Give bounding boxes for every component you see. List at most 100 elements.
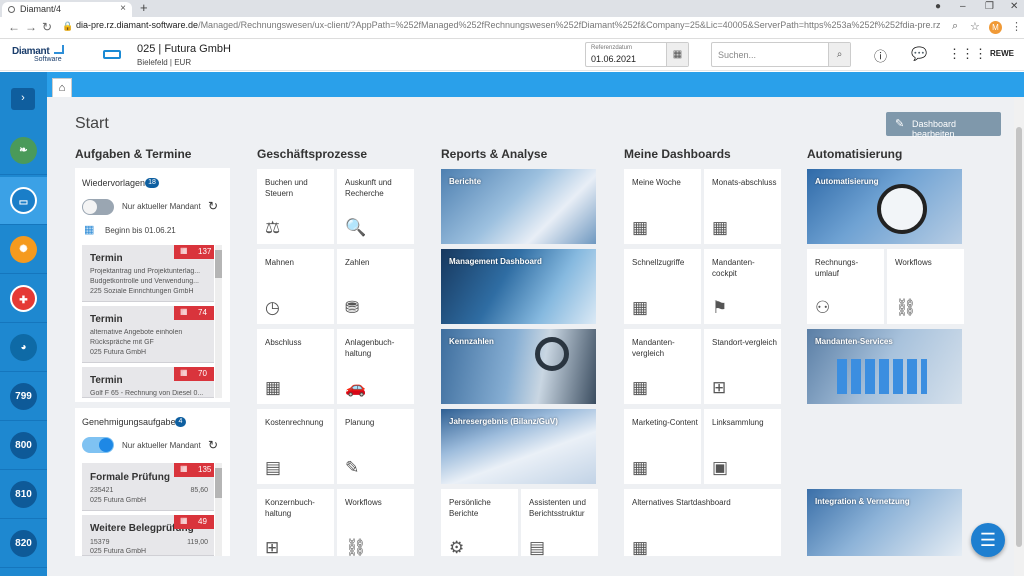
task-line: Golf F 65 - Rechnung von Diesel 0... xyxy=(90,390,204,397)
rail-item-800[interactable]: 800 xyxy=(0,422,47,470)
tile-mandantenvergleich[interactable]: Mandanten-vergleich ▦ xyxy=(624,329,701,404)
url-field[interactable]: 🔒 dia-pre.rz.diamant-software.de/Managed… xyxy=(60,20,940,36)
bookmark-star-icon[interactable]: ☆ xyxy=(970,20,980,33)
resubmission-item[interactable]: Termin ▦ 74 alternative Angebote einholen… xyxy=(82,306,214,363)
tile-berichte[interactable]: Berichte xyxy=(441,169,596,244)
tile-label: Mandanten-cockpit xyxy=(712,258,755,278)
chat-icon[interactable]: 💬 xyxy=(911,46,927,62)
back-icon[interactable]: ← xyxy=(8,20,20,34)
tile-monatsabschluss[interactable]: Monats-abschluss ▦ xyxy=(704,169,781,244)
tile-alternatives-startdashboard[interactable]: Alternatives Startdashboard ▦ xyxy=(624,489,781,556)
close-tab-icon[interactable]: × xyxy=(120,3,126,14)
tile-mahnen[interactable]: Mahnen ◷ xyxy=(257,249,334,324)
maximize-icon[interactable]: ❐ xyxy=(985,1,994,12)
refresh-icon[interactable]: ↻ xyxy=(208,438,218,452)
tile-planung[interactable]: Planung ✎ xyxy=(337,409,414,484)
scrollbar-thumb[interactable] xyxy=(215,250,222,278)
tile-zahlen[interactable]: Zahlen ⛃ xyxy=(337,249,414,324)
company-name[interactable]: 025 | Futura GmbH xyxy=(137,43,231,55)
tile-integration-vernetzung[interactable]: Integration & Vernetzung xyxy=(807,489,962,556)
tile-label: Anlagenbuch-haltung xyxy=(345,338,395,358)
task-title: Formale Prüfung xyxy=(90,472,171,483)
edit-dashboard-button[interactable]: ✎ Dashboard bearbeiten xyxy=(886,112,1001,139)
zoom-icon[interactable]: ⌕ xyxy=(952,20,958,33)
approvals-mandant-toggle[interactable] xyxy=(82,437,114,453)
tile-anlagenbuchhaltung[interactable]: Anlagenbuch-haltung 🚗 xyxy=(337,329,414,404)
resubmissions-mandant-toggle[interactable] xyxy=(82,199,114,215)
menu-dots-icon[interactable]: ⋮ xyxy=(1011,20,1022,33)
rail-item-leaf[interactable]: ❧ xyxy=(0,127,47,175)
search-input[interactable]: Suchen... ⌕ xyxy=(711,42,851,67)
resubmission-item[interactable]: Termin ▦ 137 Projektantrag und Projektunt… xyxy=(82,245,214,302)
floating-menu-icon[interactable]: ☰ xyxy=(971,523,1005,557)
dashboard-grid-icon: ▦ xyxy=(712,218,729,237)
apps-grid-icon[interactable]: ⋮⋮⋮ xyxy=(948,46,987,62)
resubmissions-scrollbar[interactable] xyxy=(215,245,222,398)
tile-konzernbuchhaltung[interactable]: Konzernbuch-haltung ⊞ xyxy=(257,489,334,556)
window-close-icon[interactable]: ✕ xyxy=(1010,1,1018,12)
tile-kennzahlen[interactable]: Kennzahlen xyxy=(441,329,596,404)
expand-rail-button[interactable]: › xyxy=(11,88,35,110)
tile-management-dashboard[interactable]: Management Dashboard xyxy=(441,249,596,324)
tile-auskunft-recherche[interactable]: Auskunft und Recherche 🔍 xyxy=(337,169,414,244)
rail-item-star[interactable]: ✺ xyxy=(0,226,47,274)
tile-jahresergebnis[interactable]: Jahresergebnis (Bilanz/GuV) xyxy=(441,409,596,484)
column-heading-business: Geschäftsprozesse xyxy=(257,147,368,161)
content-scrollbar-thumb[interactable] xyxy=(1016,127,1022,547)
tile-schnellzugriffe[interactable]: Schnellzugriffe ▦ xyxy=(624,249,701,324)
help-icon[interactable]: ⓘ xyxy=(874,46,887,65)
rail-item-medical[interactable]: ✚ xyxy=(0,275,47,323)
tile-abschluss[interactable]: Abschluss ▦ xyxy=(257,329,334,404)
rail-item-sofa[interactable]: ▭ xyxy=(0,177,47,225)
refresh-icon[interactable]: ↻ xyxy=(208,199,218,213)
search-icon[interactable]: ⌕ xyxy=(828,43,850,66)
browser-profile-avatar[interactable]: M xyxy=(989,21,1002,34)
tile-kostenrechnung[interactable]: Kostenrechnung ▤ xyxy=(257,409,334,484)
new-tab-icon[interactable]: + xyxy=(140,0,148,15)
tile-assistenten[interactable]: Assistenten und Berichtsstruktur ▤ xyxy=(521,489,598,556)
rail-item-820[interactable]: 820 xyxy=(0,520,47,568)
home-icon[interactable]: ⌂ xyxy=(52,78,72,98)
diamant-logo[interactable]: Diamant Software xyxy=(12,43,68,67)
company-810-label: 810 xyxy=(10,481,37,508)
user-name[interactable]: REWE xyxy=(990,49,1014,58)
resubmissions-toggle-label: Nur aktueller Mandant xyxy=(122,202,201,211)
tile-mandantencockpit[interactable]: Mandanten-cockpit ⚑ xyxy=(704,249,781,324)
tile-workflows[interactable]: Workflows ⛓ xyxy=(337,489,414,556)
content-scrollbar[interactable] xyxy=(1014,97,1024,576)
tile-workflows-automation[interactable]: Workflows ⛓ xyxy=(887,249,964,324)
reference-date-value[interactable]: 01.06.2021 xyxy=(591,54,636,64)
forward-icon[interactable]: → xyxy=(25,20,37,34)
tile-label: Assistenten und Berichtsstruktur xyxy=(529,498,586,518)
resubmission-item[interactable]: Termin ▦ 70 Golf F 65 - Rechnung von Dies… xyxy=(82,367,214,398)
tile-rechnungsumlauf[interactable]: Rechnungs-umlauf ⚇ xyxy=(807,249,884,324)
reload-icon[interactable]: ↻ xyxy=(42,20,52,34)
alarm-clock-image xyxy=(877,184,927,234)
tile-label: Workflows xyxy=(895,258,932,267)
approval-item[interactable]: Weitere Belegprüfung ▦ 49 15379 119,00 02… xyxy=(82,515,214,556)
tile-buchen-steuern[interactable]: Buchen und Steuern ⚖ xyxy=(257,169,334,244)
tile-automatisierung[interactable]: Automatisierung xyxy=(807,169,962,244)
rail-item-idea[interactable]: ◕ xyxy=(0,324,47,372)
approval-item[interactable]: Formale Prüfung ▦ 135 235421 85,60 025 Fu… xyxy=(82,463,214,511)
minimize-icon[interactable]: – xyxy=(960,1,966,12)
tile-label: Workflows xyxy=(345,498,382,507)
tile-marketing-content[interactable]: Marketing-Content ▦ xyxy=(624,409,701,484)
rail-item-799[interactable]: 799 xyxy=(0,373,47,421)
calendar-icon[interactable]: ▦ xyxy=(666,43,688,66)
tile-meine-woche[interactable]: Meine Woche ▦ xyxy=(624,169,701,244)
rail-item-810[interactable]: 810 xyxy=(0,471,47,519)
tile-label: Alternatives Startdashboard xyxy=(632,498,731,507)
profile-dot-icon[interactable]: ● xyxy=(935,1,941,12)
browser-tab[interactable]: Diamant/4 × xyxy=(2,2,132,17)
approvals-scrollbar[interactable] xyxy=(215,463,222,556)
tile-linksammlung[interactable]: Linksammlung ▣ xyxy=(704,409,781,484)
clock-icon: ◷ xyxy=(265,298,280,317)
tile-mandanten-services[interactable]: Mandanten-Services xyxy=(807,329,962,404)
task-line: Projektantrag und Projektunterlag... xyxy=(90,268,201,275)
reference-date-field[interactable]: Referenzdatum 01.06.2021 ▦ xyxy=(585,42,689,67)
tile-standortvergleich[interactable]: Standort-vergleich ⊞ xyxy=(704,329,781,404)
scrollbar-thumb[interactable] xyxy=(215,468,222,498)
magnifier-image xyxy=(535,337,569,371)
tile-persoenliche-berichte[interactable]: Persönliche Berichte ⚙ xyxy=(441,489,518,556)
